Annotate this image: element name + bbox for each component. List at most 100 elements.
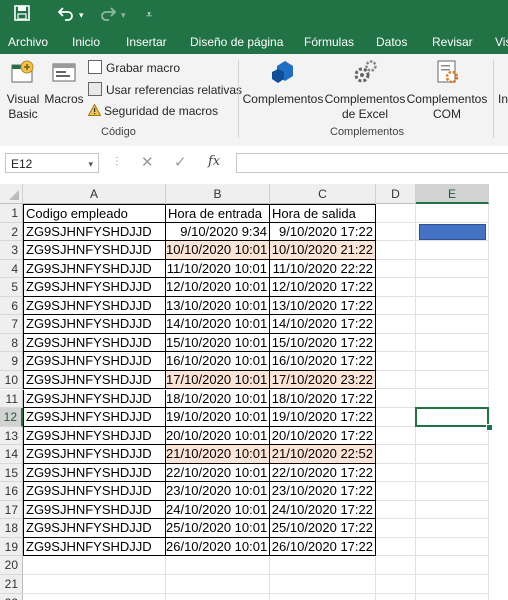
empty-cell[interactable] [416,556,489,575]
empty-cell[interactable] [376,222,416,242]
seguridad-macros-button[interactable]: Seguridad de macros [87,103,218,119]
empty-cell[interactable] [376,296,416,316]
table-cell[interactable]: 15/10/2020 10:01 [166,333,270,353]
row-header[interactable]: 18 [0,519,23,538]
column-header-b[interactable]: B [166,184,270,204]
table-cell[interactable]: 18/10/2020 17:22 [270,389,376,409]
empty-cell[interactable] [376,333,416,353]
table-cell[interactable]: 13/10/2020 17:22 [270,296,376,316]
row-header[interactable]: 2 [0,222,23,242]
table-cell[interactable] [23,575,166,594]
tab-insertar[interactable]: Insertar [126,35,167,49]
insertar-controles-button[interactable]: In [498,92,508,107]
empty-cell[interactable] [416,389,489,409]
save-icon[interactable] [14,5,30,27]
column-title-cell[interactable]: Hora de salida [270,204,376,223]
row-header[interactable]: 1 [0,204,23,223]
empty-cell[interactable] [376,482,416,501]
empty-cell[interactable] [376,352,416,371]
empty-cell[interactable] [376,315,416,334]
table-cell[interactable]: ZG9SJHNFYSHDJJD [23,519,166,538]
table-cell[interactable] [270,575,376,594]
row-header[interactable]: 13 [0,426,23,446]
table-cell[interactable]: 11/10/2020 22:22 [270,259,376,279]
table-cell[interactable]: 21/10/2020 22:52 [270,445,376,464]
row-header[interactable]: 12 [0,408,23,427]
column-title-cell[interactable]: Codigo empleado [23,204,166,223]
table-cell[interactable]: 23/10/2020 17:22 [270,482,376,501]
table-cell[interactable]: 19/10/2020 17:22 [270,408,376,427]
table-cell[interactable]: 12/10/2020 17:22 [270,278,376,297]
table-cell[interactable]: 24/10/2020 17:22 [270,500,376,520]
table-cell[interactable]: 20/10/2020 17:22 [270,426,376,446]
table-cell[interactable]: 15/10/2020 17:22 [270,333,376,353]
row-header[interactable]: 14 [0,445,23,464]
table-cell[interactable]: ZG9SJHNFYSHDJJD [23,500,166,520]
row-header[interactable]: 16 [0,482,23,501]
empty-cell[interactable] [376,556,416,575]
customize-icon[interactable]: ⩡ [146,5,152,25]
empty-cell[interactable] [416,204,489,223]
tab-formulas[interactable]: Fórmulas [304,35,354,49]
table-cell[interactable]: 9/10/2020 17:22 [270,222,376,242]
table-cell[interactable]: ZG9SJHNFYSHDJJD [23,352,166,371]
insert-function-icon[interactable]: fx [208,154,220,169]
table-cell[interactable] [23,556,166,575]
empty-cell[interactable] [376,445,416,464]
usar-referencias-relativas-button[interactable]: Usar referencias relativas [88,82,242,97]
table-cell[interactable]: ZG9SJHNFYSHDJJD [23,315,166,334]
empty-cell[interactable] [376,519,416,538]
table-cell[interactable]: 10/10/2020 10:01 [166,241,270,260]
table-cell[interactable]: ZG9SJHNFYSHDJJD [23,333,166,353]
empty-cell[interactable] [416,575,489,594]
select-all-corner[interactable] [0,184,23,204]
table-cell[interactable]: ZG9SJHNFYSHDJJD [23,222,166,242]
empty-cell[interactable] [416,426,489,446]
table-cell[interactable]: ZG9SJHNFYSHDJJD [23,445,166,464]
column-header-e[interactable]: E [416,184,489,204]
table-cell[interactable]: ZG9SJHNFYSHDJJD [23,370,166,390]
table-cell[interactable]: 17/10/2020 23:22 [270,370,376,390]
table-cell[interactable]: ZG9SJHNFYSHDJJD [23,482,166,501]
empty-cell[interactable] [376,408,416,427]
empty-cell[interactable] [376,259,416,279]
empty-cell[interactable] [416,296,489,316]
tab-datos[interactable]: Datos [376,35,407,49]
table-cell[interactable]: 13/10/2020 10:01 [166,296,270,316]
row-header[interactable]: 9 [0,352,23,371]
row-header[interactable]: 4 [0,259,23,279]
table-cell[interactable]: 16/10/2020 10:01 [166,352,270,371]
empty-cell[interactable] [416,315,489,334]
column-header-a[interactable]: A [23,184,166,204]
column-header-d[interactable]: D [376,184,416,204]
empty-cell[interactable] [416,352,489,371]
complementos-button[interactable]: Complementos [242,58,324,107]
table-cell[interactable]: 25/10/2020 10:01 [166,519,270,538]
complementos-excel-button[interactable]: Complementos de Excel [324,58,406,122]
empty-cell[interactable] [416,370,489,390]
chevron-down-icon[interactable]: ▾ [88,154,93,174]
table-cell[interactable] [270,556,376,575]
row-header[interactable]: 21 [0,575,23,594]
table-cell[interactable]: 11/10/2020 10:01 [166,259,270,279]
column-header-c[interactable]: C [270,184,376,204]
row-header[interactable]: 6 [0,296,23,316]
table-cell[interactable]: 26/10/2020 10:01 [166,537,270,557]
empty-cell[interactable] [376,278,416,297]
empty-cell[interactable] [416,278,489,297]
empty-cell[interactable] [376,593,416,600]
row-header[interactable]: 19 [0,537,23,557]
table-cell[interactable]: 19/10/2020 10:01 [166,408,270,427]
table-cell[interactable]: 21/10/2020 10:01 [166,445,270,464]
complementos-com-button[interactable]: Complementos COM [406,58,488,122]
row-header[interactable]: 22 [0,593,23,600]
enter-icon[interactable]: ✓ [174,153,187,171]
table-cell[interactable]: 18/10/2020 10:01 [166,389,270,409]
empty-cell[interactable] [376,370,416,390]
fill-handle[interactable] [486,423,493,431]
column-title-cell[interactable]: Hora de entrada [166,204,270,223]
table-cell[interactable]: ZG9SJHNFYSHDJJD [23,537,166,557]
table-cell[interactable] [166,556,270,575]
tab-diseno-pagina[interactable]: Diseño de página [190,35,283,49]
table-cell[interactable]: ZG9SJHNFYSHDJJD [23,259,166,279]
